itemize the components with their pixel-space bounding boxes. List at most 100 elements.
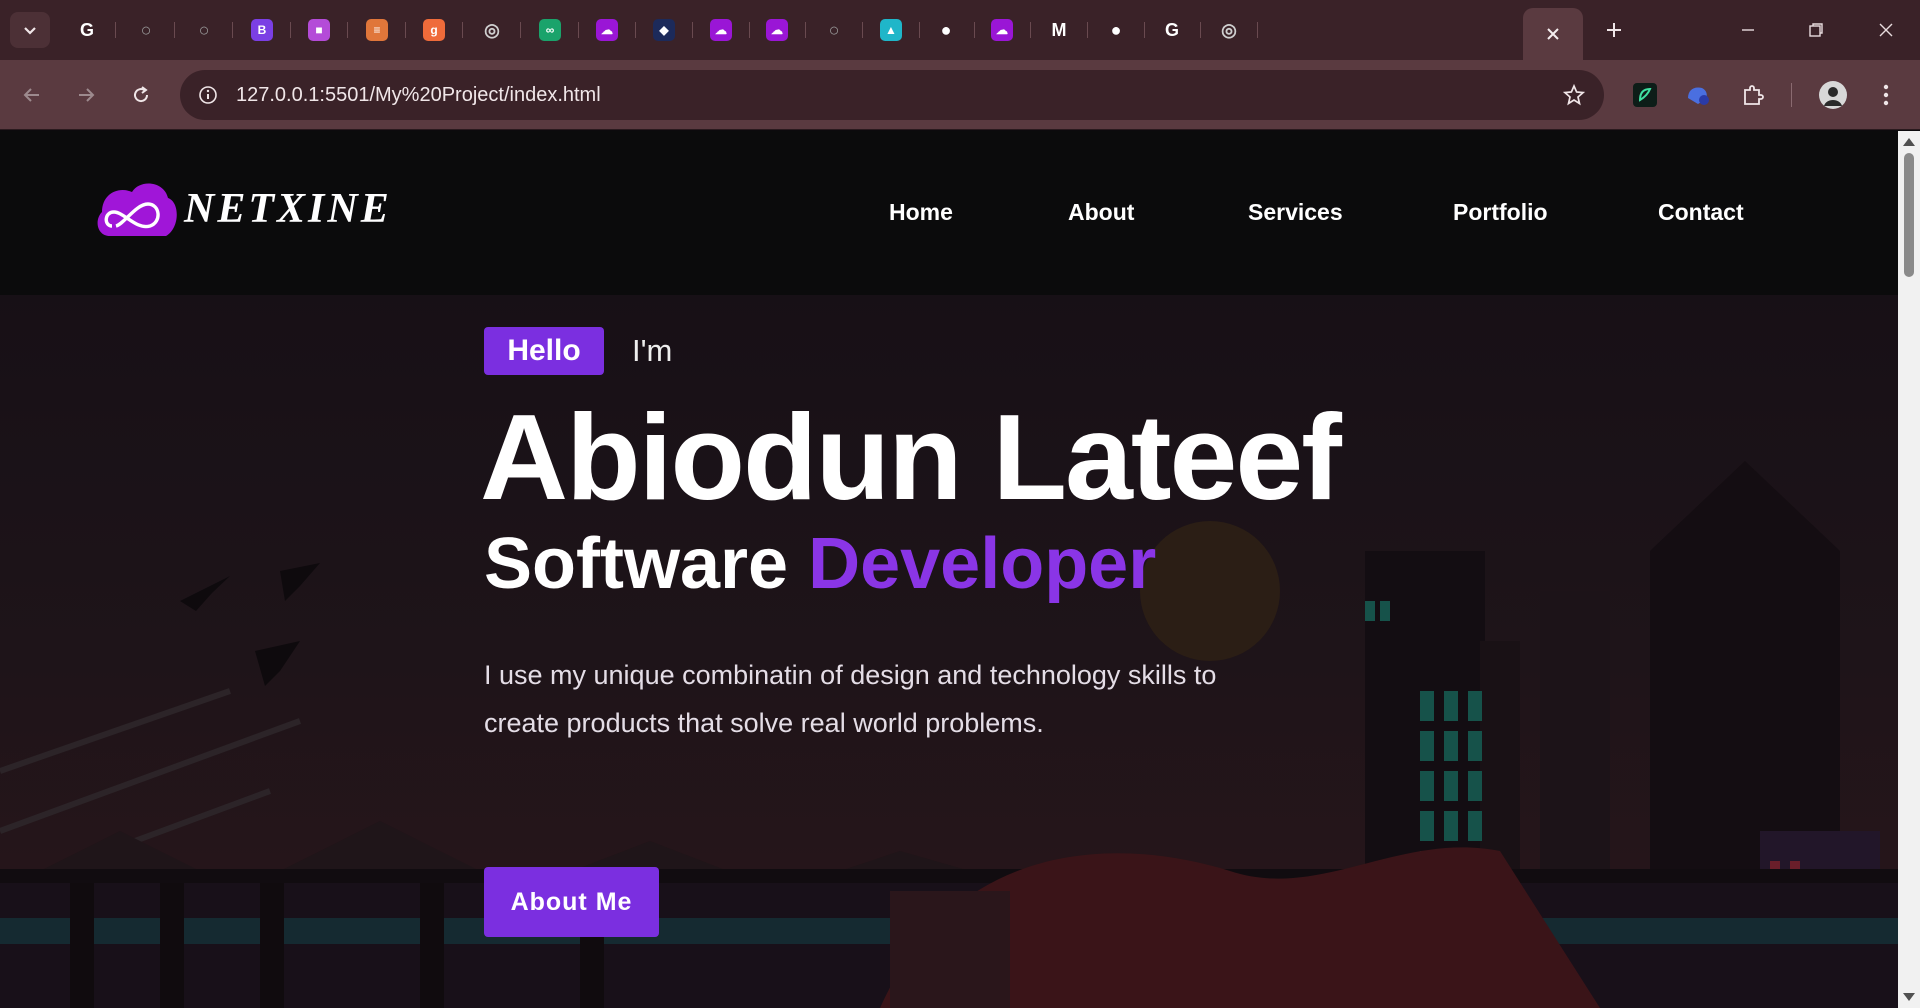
- browser-tab[interactable]: ▲: [862, 14, 920, 46]
- cloud-purple-icon: ☁: [710, 19, 732, 41]
- cloud-purple-icon: ☁: [596, 19, 618, 41]
- role-accent-text: Developer: [808, 524, 1157, 604]
- chevron-down-icon: [24, 27, 36, 35]
- cloud-purple-icon: ☁: [766, 19, 788, 41]
- chrome-icon: ◎: [1221, 19, 1237, 40]
- cube-color-icon: ▲: [880, 19, 902, 41]
- browser-tab[interactable]: ☁: [692, 14, 750, 46]
- nav-services[interactable]: Services: [1248, 199, 1343, 226]
- logo-text: NETXINE: [184, 186, 392, 232]
- site-header: NETXINE Home About Services Portfolio Co…: [0, 131, 1898, 295]
- browser-tab[interactable]: ≡: [348, 14, 406, 46]
- bookmark-button[interactable]: [1558, 79, 1590, 111]
- browser-tab[interactable]: ○: [805, 14, 863, 46]
- bars-icon: ≡: [366, 19, 388, 41]
- about-me-button[interactable]: About Me: [484, 867, 659, 937]
- avatar: [1819, 81, 1847, 109]
- browser-tab[interactable]: ○: [117, 14, 175, 46]
- globe-icon: ○: [140, 19, 152, 40]
- site-info-button[interactable]: [192, 79, 224, 111]
- browser-tab[interactable]: ●: [1087, 14, 1145, 46]
- browser-tab[interactable]: ☁: [578, 14, 636, 46]
- medium-icon: M: [1051, 19, 1067, 40]
- globe-icon: ○: [198, 19, 210, 40]
- reload-icon: [134, 86, 149, 103]
- scroll-down-button[interactable]: [1903, 992, 1915, 1002]
- browser-tab[interactable]: g: [405, 14, 463, 46]
- cloud-purple-icon: ☁: [991, 19, 1013, 41]
- g-icon: g: [423, 19, 445, 41]
- cube-icon: ■: [308, 19, 330, 41]
- globe-icon: ○: [828, 19, 840, 40]
- nav-home[interactable]: Home: [889, 199, 953, 226]
- browser-tab[interactable]: ■: [290, 14, 348, 46]
- back-button[interactable]: [14, 77, 50, 113]
- close-icon: [1879, 23, 1893, 37]
- url-text[interactable]: 127.0.0.1:5501/My%20Project/index.html: [236, 84, 601, 107]
- scroll-up-button[interactable]: [1903, 137, 1915, 147]
- intro-text: I'm: [632, 333, 673, 368]
- extension-green-icon: [1633, 83, 1657, 107]
- browser-tab[interactable]: ◎: [463, 14, 521, 46]
- tab-search-button[interactable]: [10, 12, 50, 48]
- site-logo[interactable]: NETXINE: [94, 176, 392, 242]
- address-bar[interactable]: 127.0.0.1:5501/My%20Project/index.html: [180, 70, 1604, 120]
- hero-name: Abiodun Lateef: [480, 389, 1342, 525]
- browser-tab[interactable]: ☁: [973, 14, 1031, 46]
- arrow-left-icon: [23, 88, 39, 102]
- browser-tab[interactable]: G: [1143, 14, 1201, 46]
- restore-button[interactable]: [1788, 10, 1844, 50]
- github-icon: ●: [940, 19, 952, 40]
- bootstrap-icon: B: [251, 19, 273, 41]
- browser-tab[interactable]: ◎: [1200, 14, 1258, 46]
- extension-button[interactable]: [1627, 77, 1663, 113]
- netxine-logo-icon: [97, 183, 177, 236]
- restore-icon: [1809, 23, 1823, 37]
- browser-tab[interactable]: ●: [917, 14, 975, 46]
- tab-separator: [1257, 22, 1258, 38]
- google-icon: G: [1164, 19, 1179, 40]
- forward-button[interactable]: [68, 77, 104, 113]
- browser-tab[interactable]: ○: [175, 14, 233, 46]
- hero-role: Software Developer: [484, 523, 1156, 605]
- active-tab[interactable]: [1523, 8, 1583, 60]
- app-icon: ◆: [653, 19, 675, 41]
- infinity-icon: ∞: [539, 19, 561, 41]
- star-icon: [1563, 84, 1585, 106]
- browser-tab[interactable]: M: [1030, 14, 1088, 46]
- extension-button[interactable]: [1680, 77, 1716, 113]
- reload-button[interactable]: [123, 77, 159, 113]
- extensions-menu-button[interactable]: [1735, 77, 1771, 113]
- browser-tab[interactable]: B: [233, 14, 291, 46]
- github-icon: ●: [1110, 19, 1122, 40]
- role-text: Software: [484, 524, 789, 604]
- browser-tab[interactable]: ∞: [521, 14, 579, 46]
- tab-separator: [115, 22, 116, 38]
- profile-button[interactable]: [1815, 77, 1851, 113]
- hello-badge: Hello: [484, 327, 604, 375]
- browser-tab[interactable]: ◆: [635, 14, 693, 46]
- nav-contact[interactable]: Contact: [1658, 199, 1744, 226]
- nav-about[interactable]: About: [1068, 199, 1134, 226]
- close-icon[interactable]: [1545, 26, 1561, 42]
- browser-toolbar: 127.0.0.1:5501/My%20Project/index.html: [0, 60, 1920, 130]
- browser-menu-button[interactable]: [1868, 77, 1904, 113]
- extension-blue-icon: [1688, 87, 1709, 105]
- close-window-button[interactable]: [1858, 10, 1914, 50]
- triangle-up-icon: [1903, 138, 1915, 146]
- toolbar-divider: [1791, 83, 1792, 107]
- page-scrollbar[interactable]: [1898, 131, 1920, 1008]
- nav-portfolio[interactable]: Portfolio: [1453, 199, 1548, 226]
- page-viewport: NETXINE Home About Services Portfolio Co…: [0, 131, 1898, 1008]
- minimize-button[interactable]: [1720, 10, 1776, 50]
- new-tab-button[interactable]: [1598, 14, 1630, 46]
- chrome-icon: ◎: [484, 19, 500, 40]
- puzzle-icon: [1744, 85, 1764, 105]
- hero-description: I use my unique combinatin of design and…: [484, 660, 1217, 738]
- plus-icon: [1607, 23, 1621, 37]
- scrollbar-thumb[interactable]: [1904, 153, 1914, 277]
- triangle-down-icon: [1903, 993, 1915, 1001]
- google-icon: G: [79, 19, 94, 40]
- browser-tab[interactable]: ☁: [748, 14, 806, 46]
- browser-tab[interactable]: G: [58, 14, 116, 46]
